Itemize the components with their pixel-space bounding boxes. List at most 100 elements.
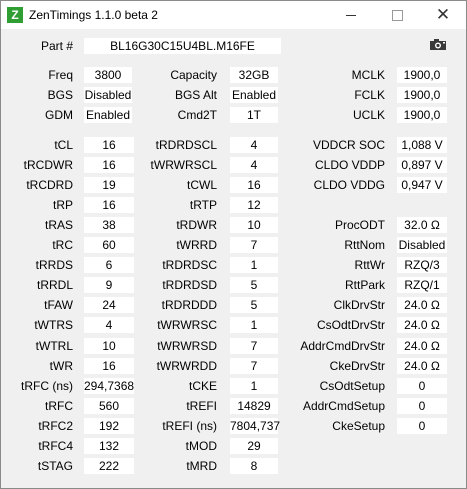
bgs-alt-label: BGS Alt xyxy=(174,88,217,102)
trrds-label: tRRDS xyxy=(35,258,73,272)
window-title: ZenTimings 1.1.0 beta 2 xyxy=(29,8,158,22)
trc-label: tRC xyxy=(52,238,73,252)
title-bar[interactable]: Z ZenTimings 1.1.0 beta 2 ✕ xyxy=(1,1,466,29)
vddcr-soc-value: 1,088 V xyxy=(397,137,447,153)
trfc-label: tRFC xyxy=(45,399,73,413)
trdrddd-label: tRDRDDD xyxy=(161,298,217,312)
twr-label: tWR xyxy=(49,359,73,373)
twrwrsd-value: 7 xyxy=(230,338,278,354)
csodtsetup-label: CsOdtSetup xyxy=(319,379,385,393)
twrwrscl-value: 4 xyxy=(230,157,278,173)
trfc-ns-label: tRFC (ns) xyxy=(21,379,73,393)
trp-label: tRP xyxy=(52,198,73,212)
trefi-ns-label: tREFI (ns) xyxy=(162,419,217,433)
capacity-value: 32GB xyxy=(230,67,278,83)
tcwl-label: tCWL xyxy=(187,178,217,192)
trdwr-value: 10 xyxy=(230,217,278,233)
tfaw-value: 24 xyxy=(84,297,134,313)
maximize-button[interactable] xyxy=(374,1,420,29)
rttpark-value: RZQ/1 xyxy=(397,277,447,293)
trdwr-label: tRDWR xyxy=(176,218,217,232)
tras-value: 38 xyxy=(84,217,134,233)
trc-value: 60 xyxy=(84,237,134,253)
twrwrsc-label: tWRWRSC xyxy=(157,318,217,332)
trcdwr-label: tRCDWR xyxy=(23,158,73,172)
twrwrdd-value: 7 xyxy=(230,358,278,374)
cldo-vddg-label: CLDO VDDG xyxy=(313,178,385,192)
tcke-value: 1 xyxy=(230,378,278,394)
procodt-value: 32.0 Ω xyxy=(397,217,447,233)
clkdrvstr-value: 24.0 Ω xyxy=(397,297,447,313)
rttnom-label: RttNom xyxy=(344,238,385,252)
csodtdrvstr-value: 24.0 Ω xyxy=(397,317,447,333)
clkdrvstr-label: ClkDrvStr xyxy=(333,298,385,312)
trrds-value: 6 xyxy=(84,257,134,273)
fclk-label: FCLK xyxy=(354,88,385,102)
trcdrd-label: tRCDRD xyxy=(26,178,73,192)
trcdwr-value: 16 xyxy=(84,157,134,173)
csodtsetup-value: 0 xyxy=(397,378,447,394)
addrcmddrvstr-label: AddrCmdDrvStr xyxy=(300,339,385,353)
ckedrvstr-label: CkeDrvStr xyxy=(329,359,385,373)
trtp-value: 12 xyxy=(230,197,278,213)
twtrs-label: tWTRS xyxy=(34,318,73,332)
trdrdsd-value: 5 xyxy=(230,277,278,293)
bgs-value: Disabled xyxy=(84,87,132,103)
tras-label: tRAS xyxy=(44,218,73,232)
bgs-label: BGS xyxy=(47,88,73,102)
tcl-label: tCL xyxy=(54,138,73,152)
ckesetup-label: CkeSetup xyxy=(332,419,385,433)
uclk-label: UCLK xyxy=(352,108,385,122)
tcwl-value: 16 xyxy=(230,177,278,193)
close-button[interactable]: ✕ xyxy=(420,1,466,29)
procodt-label: ProcODT xyxy=(334,218,385,232)
twrwrscl-label: tWRWRSCL xyxy=(150,158,217,172)
trefi-ns-value: 7804,737 xyxy=(230,418,281,434)
tfaw-label: tFAW xyxy=(44,298,73,312)
csodtdrvstr-label: CsOdtDrvStr xyxy=(316,318,385,332)
ckedrvstr-value: 24.0 Ω xyxy=(397,358,447,374)
close-icon: ✕ xyxy=(435,5,451,24)
trcdrd-value: 19 xyxy=(84,177,134,193)
addrcmdsetup-label: AddrCmdSetup xyxy=(302,399,385,413)
trrdl-label: tRRDL xyxy=(36,278,73,292)
tcl-value: 16 xyxy=(84,137,134,153)
twrrd-label: tWRRD xyxy=(176,238,217,252)
tmrd-value: 8 xyxy=(230,458,278,474)
trrdl-value: 9 xyxy=(84,277,134,293)
twrwrsd-label: tWRWRSD xyxy=(157,339,217,353)
cmd2t-value: 1T xyxy=(230,107,278,123)
minimize-icon xyxy=(346,15,356,16)
tmrd-label: tMRD xyxy=(186,459,217,473)
twrwrsc-value: 1 xyxy=(230,317,278,333)
trtp-label: tRTP xyxy=(189,198,217,212)
cldo-vddp-label: CLDO VDDP xyxy=(314,158,385,172)
rttwr-label: RttWr xyxy=(354,258,385,272)
mclk-label: MCLK xyxy=(351,68,385,82)
trefi-label: tREFI xyxy=(186,399,217,413)
part-number-label: Part # xyxy=(40,39,73,53)
trfc-value: 560 xyxy=(84,398,134,414)
twrrd-value: 7 xyxy=(230,237,278,253)
cldo-vddp-value: 0,897 V xyxy=(397,157,447,173)
trfc-ns-value: 294,7368 xyxy=(84,378,135,394)
part-number-value: BL16G30C15U4BL.M16FE xyxy=(84,38,281,54)
mclk-value: 1900,0 xyxy=(397,67,447,83)
trdrdsc-label: tRDRDSC xyxy=(162,258,217,272)
ckesetup-value: 0 xyxy=(397,418,447,434)
rttpark-label: RttPark xyxy=(344,278,385,292)
tstag-value: 222 xyxy=(84,458,134,474)
tcke-label: tCKE xyxy=(188,379,217,393)
trdrdsc-value: 1 xyxy=(230,257,278,273)
capacity-label: Capacity xyxy=(170,68,217,82)
tmod-value: 29 xyxy=(230,438,278,454)
tmod-label: tMOD xyxy=(185,439,217,453)
freq-label: Freq xyxy=(48,68,73,82)
bgs-alt-value: Enabled xyxy=(230,87,278,103)
gdm-value: Enabled xyxy=(84,107,132,123)
trdrdsd-label: tRDRDSD xyxy=(162,278,217,292)
trfc2-label: tRFC2 xyxy=(38,419,73,433)
trp-value: 16 xyxy=(84,197,134,213)
camera-icon[interactable] xyxy=(429,38,447,51)
minimize-button[interactable] xyxy=(328,1,374,29)
